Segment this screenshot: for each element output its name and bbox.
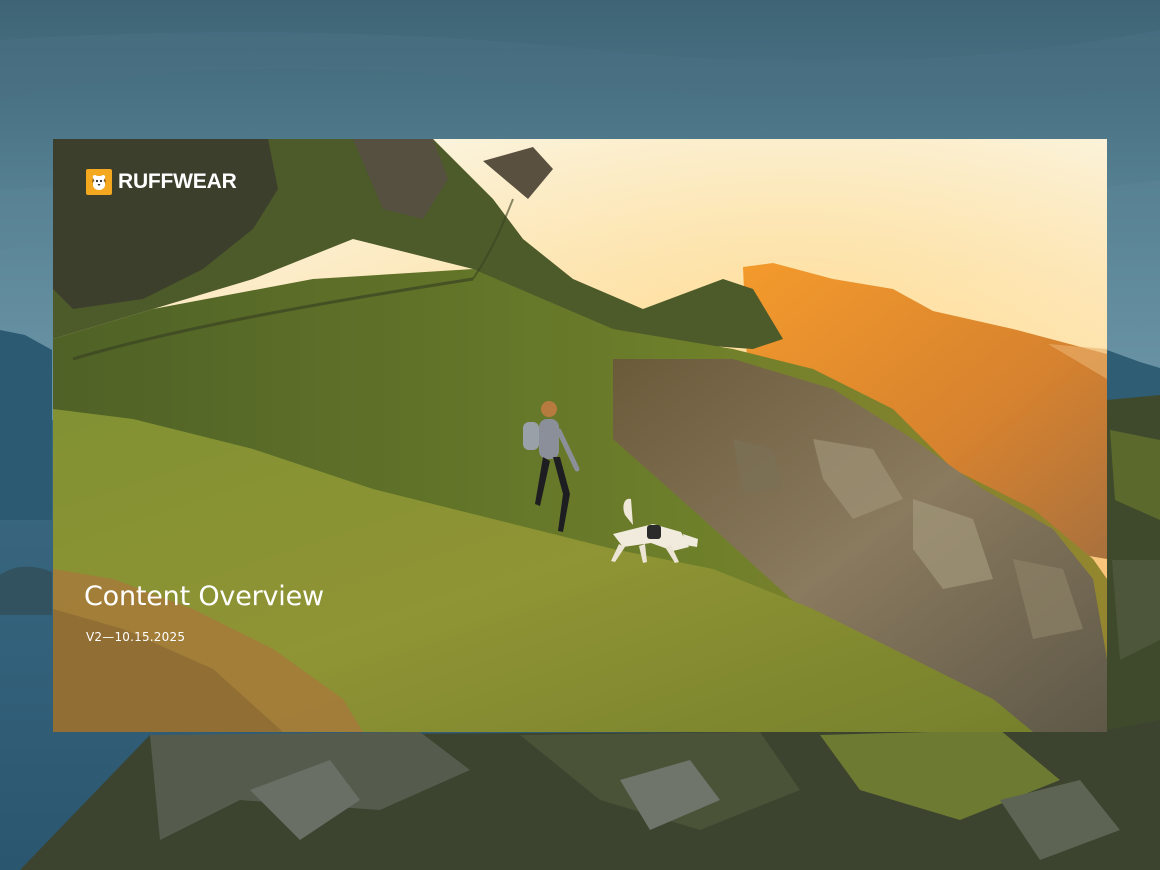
dog-face-icon (86, 169, 112, 195)
page-title: Content Overview (84, 581, 324, 612)
hero-photo (53, 139, 1107, 732)
brand-logo[interactable]: RUFFWEAR (86, 168, 237, 196)
brand-name: RUFFWEAR (118, 170, 237, 193)
version-date: V2—10.15.2025 (86, 630, 186, 644)
hero-card: RUFFWEAR Content Overview V2—10.15.2025 (53, 139, 1107, 732)
